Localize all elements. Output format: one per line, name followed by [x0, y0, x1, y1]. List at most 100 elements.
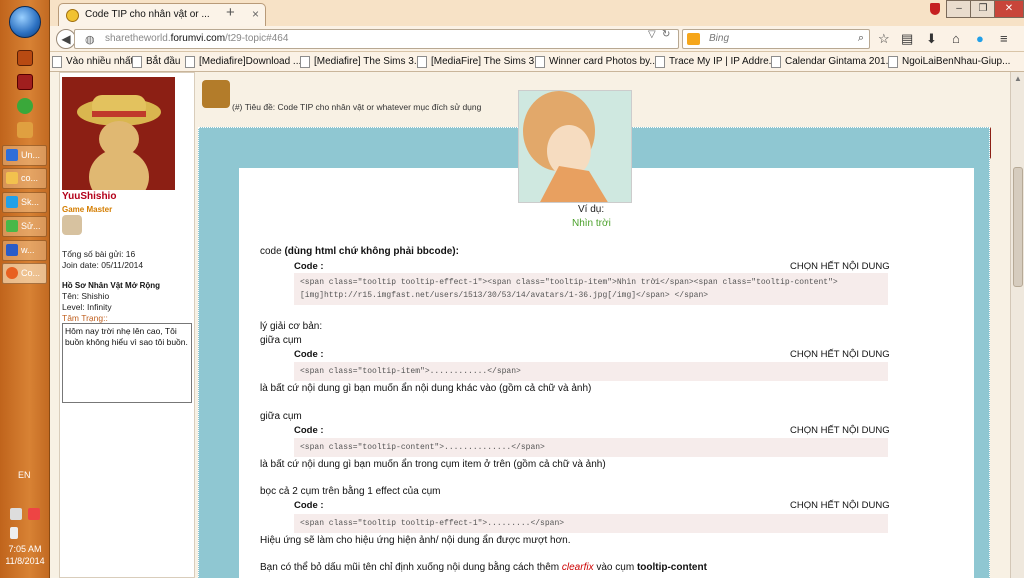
code-block[interactable]: <span class="tooltip tooltip-effect-1">.… [294, 514, 888, 533]
search-box[interactable]: Bing ⌕ [682, 29, 870, 49]
select-all-link[interactable]: CHỌN HẾT NỘI DUNG [790, 261, 890, 272]
reload-icon[interactable]: ↻ [662, 29, 670, 40]
close-tab-icon[interactable]: × [252, 7, 259, 21]
bookmark-item[interactable]: Winner card Photos by... [535, 56, 658, 68]
scroll-up-icon[interactable]: ▲ [1014, 74, 1022, 83]
user-profile-panel: YuuShishio Game Master Tổng số bài gửi: … [59, 72, 195, 578]
page-icon [132, 56, 142, 68]
photoshop-icon [6, 149, 18, 161]
post-count: Tổng số bài gửi: 16 [62, 249, 136, 259]
bookmarks-list-icon[interactable]: ▤ [901, 31, 913, 47]
code-block[interactable]: <span class="tooltip-content">..........… [294, 438, 888, 457]
code-block[interactable]: <span class="tooltip-item">............<… [294, 362, 888, 381]
windows-taskbar: Un... co... Sk... Sử... w... Co... EN 7:… [0, 0, 50, 578]
back-button[interactable]: ◀ [56, 29, 76, 49]
skype-icon [6, 196, 18, 208]
task-folder[interactable]: co... [2, 168, 47, 189]
close-button[interactable]: ✕ [994, 0, 1024, 18]
minimize-button[interactable]: – [946, 0, 972, 18]
search-icon[interactable]: ⌕ [858, 32, 864, 45]
tooltip-item-link[interactable]: Nhìn trời [572, 218, 611, 229]
bookmark-item[interactable]: Trace My IP | IP Addre... [655, 56, 777, 68]
profile-section-title: Hồ Sơ Nhân Vật Mở Rộng [62, 281, 161, 290]
topic-title: (#) Tiêu đề: Code TIP cho nhân vật or wh… [232, 102, 482, 112]
explain-item: là bất cứ nội dung gì bạn muốn ẩn nội du… [260, 383, 592, 394]
scroll-thumb[interactable] [1013, 167, 1023, 287]
anime-character-image [519, 91, 631, 202]
new-tab-button[interactable]: + [226, 4, 235, 21]
flash-icon[interactable] [17, 74, 33, 90]
bookmark-item[interactable]: [Mediafire]Download ... [185, 56, 301, 68]
start-button[interactable] [9, 6, 41, 38]
clock[interactable]: 7:05 AM 11/8/2014 [0, 543, 50, 567]
page-icon [888, 56, 898, 68]
explain-heading: lý giải cơ bản: [260, 321, 323, 332]
page-icon [417, 56, 427, 68]
bookmarks-bar: Vào nhiều nhất Bắt đầu [Mediafire]Downlo… [50, 52, 1024, 72]
explain-content: là bất cứ nội dung gì bạn muốn ẩn trong … [260, 459, 606, 470]
menu-icon[interactable]: ≡ [1000, 31, 1008, 46]
volume-icon[interactable] [10, 527, 18, 539]
select-all-link[interactable]: CHỌN HẾT NỘI DUNG [790, 500, 890, 511]
home-icon[interactable]: ⌂ [952, 31, 960, 46]
username[interactable]: YuuShishio [62, 191, 116, 202]
flag-icon[interactable] [28, 508, 40, 520]
shield-icon[interactable] [930, 3, 940, 15]
bookmark-item[interactable]: [MediaFire] The Sims 3... [417, 56, 543, 68]
bookmark-item[interactable]: Vào nhiều nhất [52, 56, 133, 68]
select-all-link[interactable]: CHỌN HẾT NỘI DUNG [790, 349, 890, 360]
mood-textbox[interactable]: Hôm nay trời nhẹ lên cao, Tôi buồn không… [62, 323, 192, 403]
user-rank: Game Master [62, 205, 113, 214]
code-block[interactable]: <span class="tooltip tooltip-effect-1"><… [294, 273, 888, 305]
example-label: Ví dụ: [578, 204, 605, 215]
code-label: Code : [294, 261, 324, 272]
effect-text: Hiệu ứng sẽ làm cho hiệu ứng hiện ảnh/ n… [260, 535, 571, 546]
favicon-icon [66, 9, 79, 22]
wrap-text: bọc cả 2 cụm trên bằng 1 effect của cụm [260, 486, 441, 497]
page-scrollbar[interactable]: ▲ [1010, 72, 1024, 578]
address-bar[interactable]: ◍ sharetheworld.forumvi.com/t29-topic#46… [74, 29, 679, 49]
task-firefox[interactable]: Co... [2, 263, 47, 284]
code-intro: code (dùng html chứ không phải bbcode): [260, 246, 459, 257]
dropdown-icon[interactable]: ▽ [648, 29, 656, 40]
bookmark-star-icon[interactable]: ☆ [878, 31, 890, 47]
between-label: giữa cụm [260, 335, 302, 346]
network-icon[interactable] [10, 508, 22, 520]
post-area: (#) Tiêu đề: Code TIP cho nhân vật or wh… [198, 72, 1010, 578]
utorrent-icon[interactable] [17, 98, 33, 114]
task-skype[interactable]: Sk... [2, 192, 47, 213]
app-icon [6, 220, 18, 232]
code-label: Code : [294, 349, 324, 360]
window-icon [6, 244, 18, 256]
task-photoshop[interactable]: Un... [2, 145, 47, 166]
code-label: Code : [294, 500, 324, 511]
select-all-link[interactable]: CHỌN HẾT NỘI DUNG [790, 425, 890, 436]
bookmark-item[interactable]: Bắt đầu [132, 56, 180, 68]
user-avatar[interactable] [62, 77, 175, 190]
mood-label: Tâm Trạng:: [62, 313, 108, 323]
bookmark-item[interactable]: Calendar Gintama 201... [771, 56, 894, 68]
skype-addon-icon[interactable]: ● [976, 31, 984, 46]
bing-icon [687, 33, 700, 45]
browser-window: Code TIP cho nhân vật or ... × + – ❐ ✕ ◀… [50, 0, 1024, 578]
character-name: Tên: Shishio [62, 291, 110, 301]
language-indicator[interactable]: EN [18, 470, 31, 480]
download-icon[interactable]: ⬇ [926, 31, 937, 47]
task-app[interactable]: Sử... [2, 216, 47, 237]
character-level: Level: Infinity [62, 302, 112, 312]
page-icon [535, 56, 545, 68]
maximize-button[interactable]: ❐ [970, 0, 996, 18]
tab-bar: Code TIP cho nhân vật or ... × + – ❐ ✕ [50, 0, 1024, 26]
avatar-image [62, 77, 175, 190]
bookmark-item[interactable]: [Mediafire] The Sims 3... [300, 56, 422, 68]
join-date: Join date: 05/11/2014 [62, 260, 144, 270]
page-icon [655, 56, 665, 68]
code-label: Code : [294, 425, 324, 436]
illustrator-icon[interactable] [17, 50, 33, 66]
tooltip-preview-image [518, 90, 632, 203]
nav-bar: ◀ ◍ sharetheworld.forumvi.com/t29-topic#… [50, 26, 1024, 52]
tool-icon[interactable] [17, 122, 33, 138]
task-window[interactable]: w... [2, 240, 47, 261]
bookmark-item[interactable]: NgoiLaiBenNhau-Giup... [888, 56, 1010, 68]
chest-icon [202, 80, 230, 108]
